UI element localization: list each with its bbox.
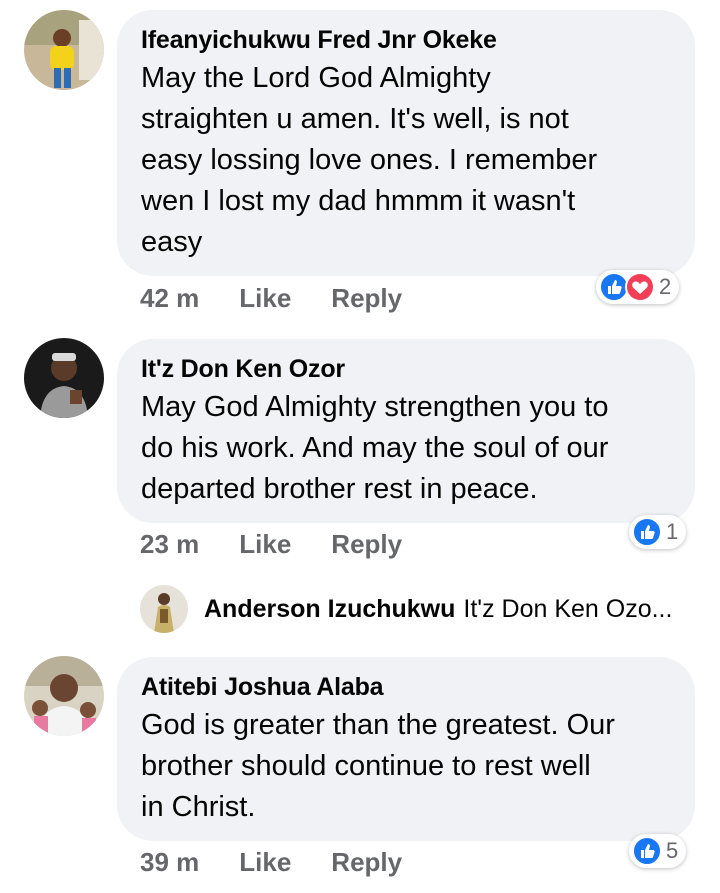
reply-button[interactable]: Reply	[331, 847, 402, 878]
reply-preview[interactable]: Anderson Izuchukwu It'z Don Ken Ozo...	[140, 583, 700, 635]
comment-timestamp[interactable]: 39 m	[140, 847, 199, 878]
avatar[interactable]	[24, 338, 104, 418]
reaction-summary[interactable]: 5	[629, 834, 687, 868]
reply-button[interactable]: Reply	[331, 529, 402, 560]
comment-text: God is greater than the greatest. Our br…	[141, 709, 615, 823]
comment-author[interactable]: It'z Don Ken Ozor	[141, 353, 673, 385]
reaction-summary[interactable]: 1	[629, 515, 687, 549]
comment-text: May the Lord God Almighty straighten u a…	[141, 62, 598, 258]
love-icon	[625, 272, 655, 302]
comment-author[interactable]: Atitebi Joshua Alaba	[141, 671, 673, 703]
comment-timestamp[interactable]: 23 m	[140, 529, 199, 560]
reply-button[interactable]: Reply	[331, 283, 402, 314]
comment-actions: 39 m Like Reply	[140, 844, 442, 880]
reaction-summary[interactable]: 2	[596, 270, 680, 304]
reply-author[interactable]: Anderson Izuchukwu	[204, 595, 455, 624]
comment-bubble[interactable]: Atitebi Joshua Alaba God is greater than…	[117, 657, 695, 841]
like-button[interactable]: Like	[239, 283, 291, 314]
reply-snippet: It'z Don Ken Ozo...	[463, 594, 673, 623]
reaction-count: 1	[666, 519, 679, 544]
comment-text: May God Almighty strengthen you to do hi…	[141, 391, 609, 505]
comment-bubble[interactable]: Ifeanyichukwu Fred Jnr Okeke May the Lor…	[117, 10, 695, 276]
comment-bubble[interactable]: It'z Don Ken Ozor May God Almighty stren…	[117, 339, 695, 523]
avatar[interactable]	[24, 10, 104, 90]
comment-actions: 23 m Like Reply	[140, 526, 442, 562]
like-button[interactable]: Like	[239, 847, 291, 878]
reaction-count: 5	[666, 838, 679, 863]
comment-author[interactable]: Ifeanyichukwu Fred Jnr Okeke	[141, 24, 673, 56]
avatar[interactable]	[24, 656, 104, 736]
avatar[interactable]	[140, 585, 188, 633]
comment-actions: 42 m Like Reply	[140, 280, 442, 316]
reaction-count: 2	[659, 274, 672, 299]
comment-timestamp[interactable]: 42 m	[140, 283, 199, 314]
like-button[interactable]: Like	[239, 529, 291, 560]
like-icon	[632, 836, 662, 866]
like-icon	[632, 517, 662, 547]
